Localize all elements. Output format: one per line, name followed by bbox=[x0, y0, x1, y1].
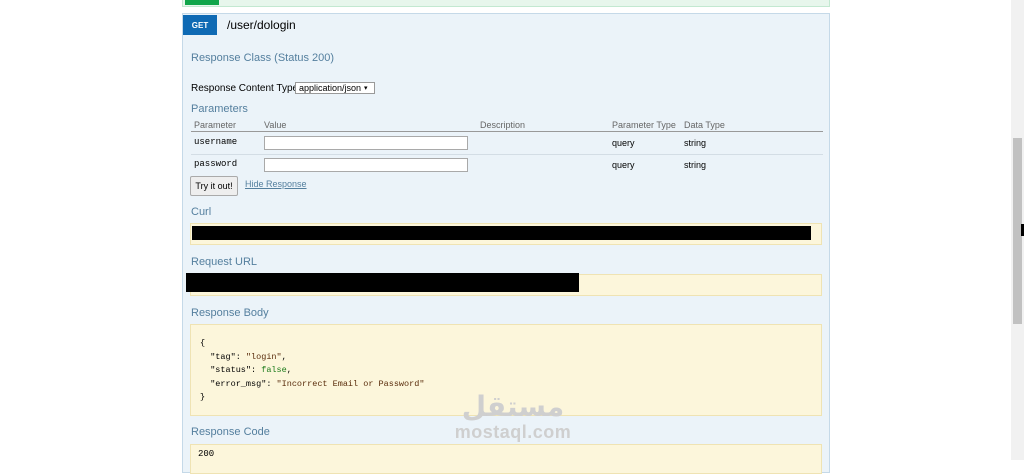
param-name: password bbox=[194, 159, 238, 169]
endpoint-path[interactable]: /user/dologin bbox=[227, 18, 296, 32]
password-input[interactable] bbox=[264, 158, 468, 172]
chevron-down-icon: ▾ bbox=[364, 85, 368, 92]
json-brace: } bbox=[200, 392, 206, 402]
json-key: "status" bbox=[210, 365, 252, 375]
hide-response-link[interactable]: Hide Response bbox=[245, 179, 307, 189]
column-header-value: Value bbox=[264, 120, 287, 130]
json-string: "login" bbox=[245, 351, 282, 362]
response-body-title: Response Body bbox=[191, 307, 269, 319]
response-content-type-select[interactable]: application/json ▾ bbox=[295, 82, 375, 94]
json-brace: { bbox=[200, 338, 206, 348]
response-class-title: Response Class (Status 200) bbox=[191, 52, 335, 64]
http-method-badge[interactable]: GET bbox=[183, 15, 217, 35]
watermark-latin: mostaql.com bbox=[454, 422, 572, 442]
selected-content-type: application/json bbox=[299, 83, 362, 93]
curl-title: Curl bbox=[191, 206, 212, 218]
row-divider bbox=[191, 154, 823, 155]
response-content-type-label: Response Content Type bbox=[191, 83, 299, 94]
param-name: username bbox=[194, 137, 238, 147]
response-code-value: 200 bbox=[198, 449, 215, 459]
response-body-json: { "tag": "login", "status": false, "erro… bbox=[200, 338, 425, 402]
json-string: "Incorrect Email or Password" bbox=[276, 378, 425, 389]
try-it-out-button[interactable]: Try it out! bbox=[190, 176, 238, 196]
request-url-title: Request URL bbox=[191, 256, 258, 268]
column-header-parameter: Parameter bbox=[194, 120, 237, 130]
table-header-divider bbox=[191, 131, 823, 132]
operation-heading[interactable]: GET /user/dologin bbox=[183, 14, 829, 36]
json-bool: false bbox=[261, 365, 287, 375]
username-input[interactable] bbox=[264, 136, 468, 150]
redacted-curl bbox=[192, 226, 811, 240]
watermark: مستقل mostaql.com bbox=[448, 390, 578, 443]
column-header-data-type: Data Type bbox=[684, 120, 725, 130]
response-code-title: Response Code bbox=[191, 426, 270, 438]
column-header-description: Description bbox=[480, 120, 526, 130]
data-type: string bbox=[684, 160, 707, 170]
parameters-title: Parameters bbox=[191, 103, 248, 115]
response-code-block bbox=[190, 444, 822, 474]
redacted-request-url bbox=[186, 273, 579, 292]
previous-method-badge bbox=[185, 0, 219, 5]
column-header-parameter-type: Parameter Type bbox=[612, 120, 676, 130]
param-type: query bbox=[612, 138, 635, 148]
watermark-arabic: مستقل bbox=[461, 390, 565, 423]
param-type: query bbox=[612, 160, 635, 170]
data-type: string bbox=[684, 138, 707, 148]
json-key: "error_msg" bbox=[210, 378, 267, 389]
previous-operation[interactable] bbox=[182, 0, 830, 7]
json-key: "tag" bbox=[210, 351, 236, 362]
